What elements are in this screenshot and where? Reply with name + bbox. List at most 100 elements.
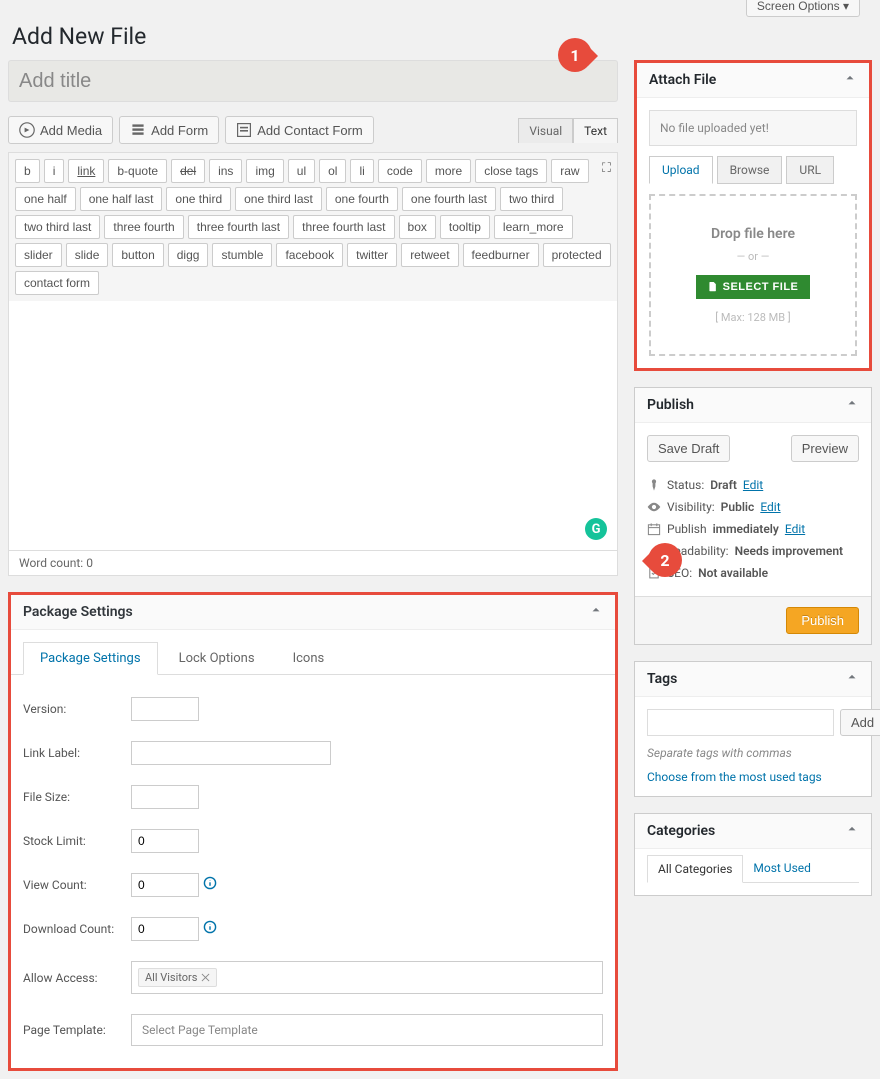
select-file-button[interactable]: SELECT FILE xyxy=(696,275,811,299)
tab-package-settings[interactable]: Package Settings xyxy=(23,642,158,675)
collapse-icon[interactable] xyxy=(845,670,859,688)
qt-tooltip[interactable]: tooltip xyxy=(440,215,490,239)
pin-icon xyxy=(647,478,661,492)
qt-learn_more[interactable]: learn_more xyxy=(494,215,573,239)
tab-upload[interactable]: Upload xyxy=(649,156,713,184)
link-label-input[interactable] xyxy=(131,741,331,765)
categories-metabox: Categories All Categories Most Used xyxy=(634,813,872,896)
qt-one-third[interactable]: one third xyxy=(166,187,231,211)
page-template-label: Page Template: xyxy=(23,1023,131,1037)
eye-icon xyxy=(647,500,661,514)
calendar-icon xyxy=(647,522,661,536)
qt-box[interactable]: box xyxy=(399,215,436,239)
qt-b[interactable]: b xyxy=(15,159,40,183)
callout-1: 1 xyxy=(558,38,592,72)
add-media-button[interactable]: Add Media xyxy=(8,116,113,144)
max-size: [ Max: 128 MB ] xyxy=(661,311,845,324)
content-editor[interactable]: G xyxy=(8,301,618,551)
qt-three-fourth-last[interactable]: three fourth last xyxy=(188,215,289,239)
info-icon[interactable] xyxy=(203,876,217,894)
collapse-icon[interactable] xyxy=(845,822,859,840)
edit-visibility-link[interactable]: Edit xyxy=(760,500,780,514)
tab-url[interactable]: URL xyxy=(786,156,834,184)
collapse-icon[interactable] xyxy=(589,603,603,621)
qt-img[interactable]: img xyxy=(246,159,283,183)
tab-visual[interactable]: Visual xyxy=(518,118,573,143)
access-chip[interactable]: All Visitors xyxy=(138,968,217,987)
publish-button[interactable]: Publish xyxy=(786,607,859,634)
file-size-label: File Size: xyxy=(23,790,131,804)
qt-close-tags[interactable]: close tags xyxy=(475,159,547,183)
collapse-icon[interactable] xyxy=(845,396,859,414)
qt-more[interactable]: more xyxy=(426,159,471,183)
tab-all-categories[interactable]: All Categories xyxy=(647,855,743,883)
qt-three-fourth-last[interactable]: three fourth last xyxy=(293,215,394,239)
qt-three-fourth[interactable]: three fourth xyxy=(104,215,183,239)
remove-icon[interactable] xyxy=(201,973,210,982)
add-form-button[interactable]: Add Form xyxy=(119,116,219,144)
save-draft-button[interactable]: Save Draft xyxy=(647,435,730,462)
info-icon[interactable] xyxy=(203,920,217,938)
edit-date-link[interactable]: Edit xyxy=(785,522,805,536)
view-count-input[interactable] xyxy=(131,873,199,897)
tab-text[interactable]: Text xyxy=(573,118,618,143)
qt-one-half-last[interactable]: one half last xyxy=(80,187,163,211)
tags-input[interactable] xyxy=(647,709,834,736)
package-settings-header[interactable]: Package Settings xyxy=(11,595,615,630)
preview-button[interactable]: Preview xyxy=(791,435,859,462)
qt-slide[interactable]: slide xyxy=(66,243,109,267)
drop-zone[interactable]: Drop file here — or — SELECT FILE [ Max:… xyxy=(649,194,857,356)
file-size-input[interactable] xyxy=(131,785,199,809)
collapse-icon[interactable] xyxy=(843,71,857,89)
title-input[interactable] xyxy=(8,60,618,102)
qt-two-third-last[interactable]: two third last xyxy=(15,215,100,239)
screen-options-button[interactable]: Screen Options ▾ xyxy=(746,0,860,17)
qt-button[interactable]: button xyxy=(112,243,163,267)
version-input[interactable] xyxy=(131,697,199,721)
allow-access-input[interactable]: All Visitors xyxy=(131,961,603,994)
publish-metabox: Publish Save Draft Preview Status: Draft… xyxy=(634,387,872,645)
tab-icons[interactable]: Icons xyxy=(276,642,342,674)
download-count-input[interactable] xyxy=(131,917,199,941)
qt-i[interactable]: i xyxy=(44,159,65,183)
qt-twitter[interactable]: twitter xyxy=(347,243,397,267)
qt-feedburner[interactable]: feedburner xyxy=(463,243,539,267)
qt-contact-form[interactable]: contact form xyxy=(15,271,99,295)
qt-retweet[interactable]: retweet xyxy=(401,243,458,267)
qt-one-third-last[interactable]: one third last xyxy=(235,187,322,211)
qt-b-quote[interactable]: b-quote xyxy=(108,159,167,183)
edit-status-link[interactable]: Edit xyxy=(743,478,763,492)
stock-limit-input[interactable] xyxy=(131,829,199,853)
add-contact-form-button[interactable]: Add Contact Form xyxy=(225,116,374,144)
grammarly-icon[interactable]: G xyxy=(585,518,607,540)
qt-li[interactable]: li xyxy=(350,159,373,183)
qt-two-third[interactable]: two third xyxy=(500,187,563,211)
qt-one-fourth-last[interactable]: one fourth last xyxy=(402,187,496,211)
qt-stumble[interactable]: stumble xyxy=(212,243,272,267)
tags-choose-link[interactable]: Choose from the most used tags xyxy=(647,770,859,784)
qt-one-fourth[interactable]: one fourth xyxy=(326,187,398,211)
qt-ins[interactable]: ins xyxy=(209,159,242,183)
tab-browse[interactable]: Browse xyxy=(717,156,783,184)
page-template-select[interactable]: Select Page Template xyxy=(131,1014,603,1046)
qt-code[interactable]: code xyxy=(378,159,422,183)
fullscreen-icon[interactable]: ⛶ xyxy=(602,161,611,176)
qt-digg[interactable]: digg xyxy=(168,243,209,267)
qt-del[interactable]: del xyxy=(171,159,205,183)
add-tag-button[interactable]: Add xyxy=(840,709,880,736)
qt-one-half[interactable]: one half xyxy=(15,187,76,211)
qt-link[interactable]: link xyxy=(68,159,104,183)
qt-slider[interactable]: slider xyxy=(15,243,62,267)
attach-file-header[interactable]: Attach File xyxy=(637,63,869,98)
qt-facebook[interactable]: facebook xyxy=(276,243,343,267)
qt-raw[interactable]: raw xyxy=(551,159,588,183)
categories-header[interactable]: Categories xyxy=(635,814,871,849)
qt-ul[interactable]: ul xyxy=(288,159,315,183)
tab-most-used[interactable]: Most Used xyxy=(743,855,821,882)
tags-header[interactable]: Tags xyxy=(635,662,871,697)
publish-header[interactable]: Publish xyxy=(635,388,871,423)
qt-ol[interactable]: ol xyxy=(319,159,346,183)
tab-lock-options[interactable]: Lock Options xyxy=(162,642,272,674)
qt-protected[interactable]: protected xyxy=(543,243,611,267)
link-label-label: Link Label: xyxy=(23,746,131,760)
